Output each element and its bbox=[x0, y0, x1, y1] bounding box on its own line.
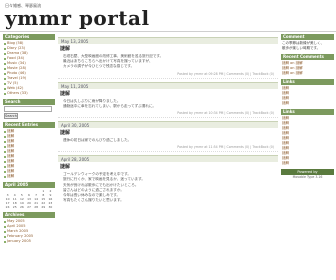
powered-by-text[interactable]: Movable Type 3.16 bbox=[281, 175, 334, 180]
entry-date: May 13, 2005 bbox=[58, 37, 278, 44]
entry-date: May 11, 2005 bbox=[58, 81, 278, 89]
calendar-day: 26 bbox=[19, 205, 24, 209]
entry-line: 写真もたくさん撮りたいと思います。 bbox=[63, 198, 124, 203]
recent-comments-list: 謎解 on 謎解 謎解 on 謎解 謎解 on 謎解 bbox=[281, 61, 334, 76]
calendar-day: 24 bbox=[5, 205, 10, 209]
main-content: May 13, 2005 謎解 石垣石壁、大型映画館の改修工事、美術館を巡る旅行… bbox=[58, 34, 278, 280]
entry-footer[interactable]: Posted by ymmr at 10:34 PM | Comments (0… bbox=[58, 110, 278, 118]
entry-body: 石垣石壁、大型映画館の改修工事、美術館を巡る旅行記です。 最近はあちらこちらへ出… bbox=[58, 53, 278, 71]
calendar-box: April 2005 1 2 3 4 5 6 7 8 9 10 11 12 13… bbox=[3, 182, 55, 209]
calendar-week: 24 25 26 27 28 29 30 bbox=[4, 205, 54, 209]
comment-box: Comment この季節は新緑が美しく、 散歩が楽しい時期です。 bbox=[281, 34, 334, 51]
comment-line: 散歩が楽しい時期です。 bbox=[282, 46, 321, 50]
archives-heading: Archives bbox=[3, 212, 55, 218]
recent-entries-heading: Recent Entries bbox=[3, 122, 55, 128]
site-title[interactable]: ymmr portal bbox=[5, 6, 150, 30]
calendar-day: 28 bbox=[34, 205, 39, 209]
comment-heading: Comment bbox=[281, 34, 334, 40]
entry-footer[interactable]: Posted by ymmr at 09:28 PM | Comments (0… bbox=[58, 71, 278, 79]
right-sidebar: Comment この季節は新緑が美しく、 散歩が楽しい時期です。 Recent … bbox=[281, 34, 334, 280]
external-link[interactable]: 謎解 bbox=[281, 161, 334, 166]
links-list: 謎解 謎解 謎解 謎解 bbox=[281, 86, 334, 106]
category-link[interactable]: Others (33) bbox=[3, 91, 55, 96]
calendar-day: 27 bbox=[27, 205, 31, 209]
categories-heading: Categories bbox=[3, 34, 55, 40]
calendar-heading: April 2005 bbox=[3, 182, 55, 188]
recent-entries-box: Recent Entries 謎解 謎解 謎解 謎解 謎解 謎解 謎解 謎解 謎… bbox=[3, 122, 55, 179]
calendar-day: 29 bbox=[41, 205, 46, 209]
links-box: Links 謎解 謎解 謎解 謎解 bbox=[281, 79, 334, 106]
entry-body: 今日は久しぶりに雨が降りました。 通勤途中に傘を忘れてしまい、駅から走ってずぶ濡… bbox=[58, 98, 278, 110]
search-button[interactable]: Search bbox=[4, 113, 18, 119]
links2-list: 謎解 謎解 謎解 謎解 謎解 謎解 謎解 謎解 謎解 謎解 bbox=[281, 116, 334, 166]
entry-line: 通勤途中に傘を忘れてしまい、駅から走ってずぶ濡れに。 bbox=[63, 103, 157, 108]
entry-title[interactable]: 謎解 bbox=[58, 89, 278, 98]
categories-box: Categories Blog (58) Diary (23) Drama (3… bbox=[3, 34, 55, 96]
links2-box: Links 謎解 謎解 謎解 謎解 謎解 謎解 謎解 謎解 謎解 謎解 bbox=[281, 109, 334, 166]
site-header: 日々雑感、琴瑟風流 ymmr portal bbox=[0, 0, 336, 32]
links-heading: Links bbox=[281, 79, 334, 85]
entry-body: 連休の初日は家でのんびり過ごしました。 bbox=[58, 137, 278, 144]
links2-heading: Links bbox=[281, 109, 334, 115]
entry-line: カメラの調子が今ひとつで残念な感じです。 bbox=[63, 64, 135, 69]
blog-entry: April 28, 2005 謎解 ゴールデンウィークの予定を考え中です。 旅行… bbox=[58, 155, 278, 204]
recent-entry-link[interactable]: 謎解 bbox=[3, 174, 55, 179]
search-box: Search Search bbox=[3, 99, 55, 119]
blog-entry: May 11, 2005 謎解 今日は久しぶりに雨が降りました。 通勤途中に傘を… bbox=[58, 81, 278, 118]
calendar-day: 30 bbox=[48, 205, 53, 209]
entry-date: April 28, 2005 bbox=[58, 155, 278, 163]
external-link[interactable]: 謎解 bbox=[281, 101, 334, 106]
archives-list: May 2005 April 2005 March 2005 February … bbox=[3, 219, 55, 244]
categories-list: Blog (58) Diary (23) Drama (38) Food (34… bbox=[3, 41, 55, 96]
entry-title[interactable]: 謎解 bbox=[58, 128, 278, 137]
entry-title[interactable]: 謎解 bbox=[58, 44, 278, 53]
calendar: 1 2 3 4 5 6 7 8 9 10 11 12 13 14 15 16 1… bbox=[4, 189, 54, 209]
blog-entry: April 30, 2005 謎解 連休の初日は家でのんびり過ごしました。 Po… bbox=[58, 120, 278, 153]
entry-body: ゴールデンウィークの予定を考え中です。 旅行に行くか、家で映画を見るか、迷ってい… bbox=[58, 171, 278, 204]
entry-title[interactable]: 謎解 bbox=[58, 162, 278, 171]
entry-footer[interactable]: Posted by ymmr at 11:54 PM | Comments (0… bbox=[58, 144, 278, 153]
recent-comment-link[interactable]: 謎解 on 謎解 bbox=[281, 71, 334, 76]
entry-line: 連休の初日は家でのんびり過ごしました。 bbox=[63, 137, 132, 142]
archive-link[interactable]: January 2005 bbox=[3, 239, 55, 244]
header-divider bbox=[0, 31, 336, 32]
search-heading: Search bbox=[3, 99, 55, 105]
entry-date: April 30, 2005 bbox=[58, 120, 278, 128]
blog-entry: May 13, 2005 謎解 石垣石壁、大型映画館の改修工事、美術館を巡る旅行… bbox=[58, 37, 278, 79]
recent-comments-box: Recent Comments 謎解 on 謎解 謎解 on 謎解 謎解 on … bbox=[281, 54, 334, 76]
page: 日々雑感、琴瑟風流 ymmr portal Categories Blog (5… bbox=[0, 0, 336, 280]
left-sidebar: Categories Blog (58) Diary (23) Drama (3… bbox=[3, 34, 55, 280]
search-input[interactable] bbox=[4, 106, 52, 112]
recent-comments-heading: Recent Comments bbox=[281, 54, 334, 60]
archives-box: Archives May 2005 April 2005 March 2005 … bbox=[3, 212, 55, 244]
calendar-day: 25 bbox=[12, 205, 17, 209]
recent-entries-list: 謎解 謎解 謎解 謎解 謎解 謎解 謎解 謎解 謎解 謎解 bbox=[3, 129, 55, 179]
